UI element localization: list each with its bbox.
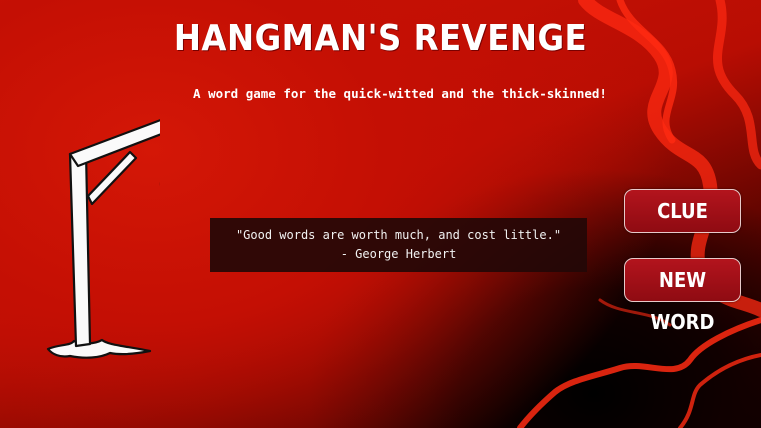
quote-text: "Good words are worth much, and cost lit… bbox=[235, 228, 562, 242]
game-subtitle: A word game for the quick-witted and the… bbox=[193, 86, 607, 101]
quote-author: - George Herbert bbox=[340, 247, 457, 261]
clue-button[interactable]: CLUE bbox=[624, 189, 741, 233]
game-title: HANGMAN'S REVENGE bbox=[173, 18, 588, 59]
gallows-icon bbox=[46, 119, 160, 359]
quote-box: "Good words are worth much, and cost lit… bbox=[210, 218, 587, 272]
new-word-button[interactable]: NEW WORD bbox=[624, 258, 741, 334]
